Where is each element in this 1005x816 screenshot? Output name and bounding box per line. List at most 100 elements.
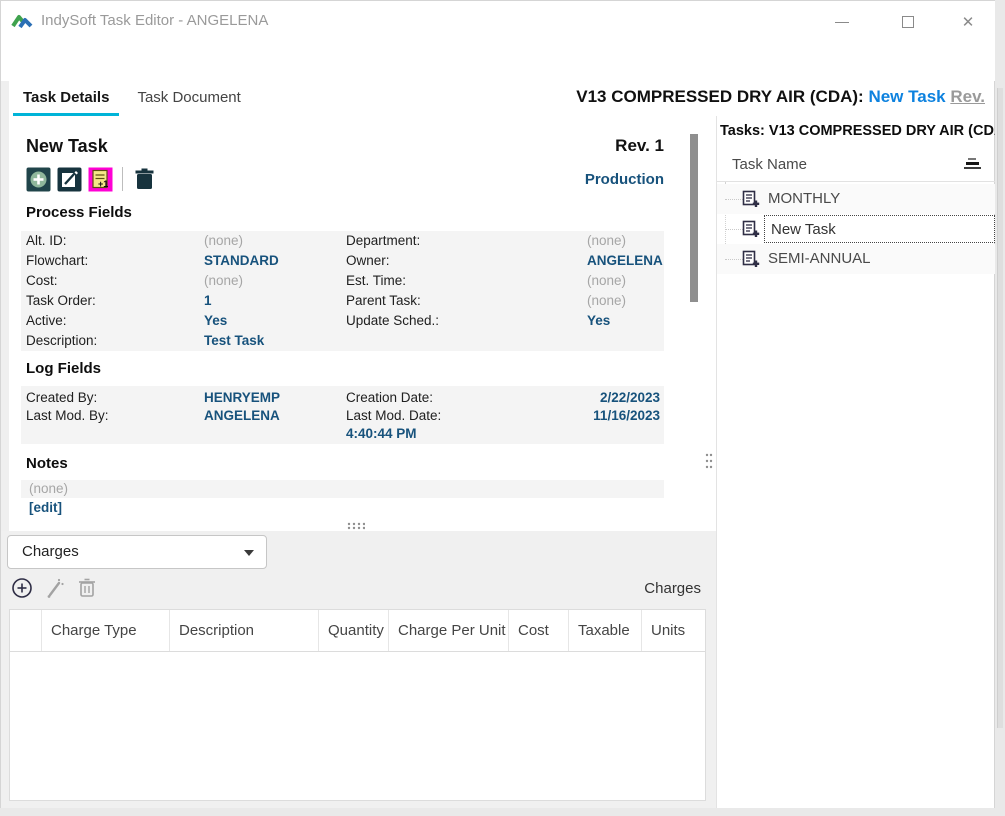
log-field-row: Created By: HENRYEMP Creation Date: 2/22… [21, 388, 664, 408]
vertical-scrollbar[interactable] [690, 134, 698, 302]
field-value: 1 [204, 291, 212, 311]
field-label: Creation Date: [346, 388, 433, 408]
delete-charge-icon[interactable] [77, 577, 97, 599]
svg-text:+1: +1 [98, 179, 108, 189]
copy-task-icon[interactable]: +1 [88, 167, 113, 192]
field-value: (none) [587, 291, 626, 311]
horizontal-splitter-grip[interactable] [347, 522, 365, 530]
field-label: Alt. ID: [26, 231, 67, 251]
field-value: 11/16/2023 [593, 406, 660, 426]
task-list-item-new-task[interactable] [717, 214, 995, 244]
background-window-sliver [997, 88, 1003, 728]
task-doc-plus-icon [742, 220, 760, 238]
field-label: Flowchart: [26, 251, 88, 271]
column-header-cost[interactable]: Cost [509, 610, 569, 651]
icon-separator [122, 167, 123, 191]
field-label: Department: [346, 231, 420, 251]
chevron-down-icon [244, 550, 254, 556]
charges-dropdown-value: Charges [22, 543, 79, 560]
field-label: Created By: [26, 388, 97, 408]
field-value: Yes [587, 311, 610, 331]
close-button[interactable]: ✕ [953, 9, 983, 35]
task-name-header-label: Task Name [732, 156, 807, 173]
column-header-description[interactable]: Description [170, 610, 319, 651]
task-detail-panel: New Task Rev. 1 [9, 116, 706, 531]
field-value: 2/22/2023 [600, 388, 660, 408]
tab-task-details[interactable]: Task Details [9, 83, 123, 116]
process-field-row: Description: Test Task [21, 331, 664, 351]
edit-charge-icon[interactable] [44, 577, 66, 599]
process-fields-heading: Process Fields [26, 204, 132, 221]
task-name-edit-box [764, 215, 995, 243]
document-task-name[interactable]: New Task [868, 87, 945, 106]
title-bar: IndySoft Task Editor - ANGELENA ✕ [1, 1, 995, 41]
task-list-item-monthly[interactable]: MONTHLY [717, 184, 995, 214]
task-doc-plus-icon [742, 190, 760, 208]
task-action-toolbar: +1 [26, 166, 157, 192]
tab-task-document[interactable]: Task Document [123, 83, 254, 116]
column-header-units[interactable]: Units [642, 610, 705, 651]
field-label: Task Order: [26, 291, 96, 311]
sort-icon[interactable] [963, 158, 981, 170]
add-task-icon[interactable] [26, 167, 51, 192]
field-label: Update Sched.: [346, 311, 439, 331]
tree-connector [725, 229, 743, 230]
notes-value-row: (none) [21, 480, 664, 498]
vertical-splitter-grip[interactable] [705, 453, 713, 471]
task-status: Production [585, 171, 664, 188]
task-title: New Task [26, 136, 108, 157]
process-field-row: Cost: (none) Est. Time: (none) [21, 271, 664, 291]
process-field-row: Active: Yes Update Sched.: Yes [21, 311, 664, 331]
field-label: Owner: [346, 251, 390, 271]
window-title: IndySoft Task Editor - ANGELENA [41, 1, 268, 41]
process-field-row: Flowchart: STANDARD Owner: ANGELENA [21, 251, 664, 271]
field-label: Est. Time: [346, 271, 406, 291]
field-label: Description: [26, 331, 97, 351]
field-label: Active: [26, 311, 67, 331]
tree-connector [725, 199, 743, 200]
column-header-taxable[interactable]: Taxable [569, 610, 642, 651]
notes-edit-link[interactable]: [edit] [29, 500, 62, 515]
edit-task-icon[interactable] [57, 167, 82, 192]
notes-heading: Notes [26, 455, 68, 472]
task-list-item-semi-annual[interactable]: SEMI-ANNUAL [717, 244, 995, 274]
task-name-column-header[interactable]: Task Name [717, 148, 995, 182]
revision-link[interactable]: Rev. [950, 87, 985, 106]
document-context-label: V13 COMPRESSED DRY AIR (CDA): [576, 87, 863, 106]
task-doc-plus-icon [742, 250, 760, 268]
field-value: HENRYEMP [204, 388, 280, 408]
field-value: Yes [204, 311, 227, 331]
minimize-button[interactable] [827, 9, 857, 35]
charges-toolbar [11, 577, 97, 599]
column-header-quantity[interactable]: Quantity [319, 610, 389, 651]
bottom-background-strip [0, 808, 1005, 816]
last-modified-time: 4:40:44 PM [346, 426, 417, 441]
app-screen: IndySoft Task Editor - ANGELENA ✕ [0, 0, 1005, 816]
tree-connector [725, 259, 743, 260]
log-fields-block: Created By: HENRYEMP Creation Date: 2/22… [21, 386, 664, 444]
field-value: ANGELENA [587, 251, 663, 271]
minimize-icon [835, 22, 849, 23]
charges-dropdown[interactable]: Charges [7, 535, 267, 569]
field-value: STANDARD [204, 251, 279, 271]
document-header: V13 COMPRESSED DRY AIR (CDA): New Task R… [576, 87, 985, 107]
task-name-input[interactable] [771, 217, 986, 241]
maximize-icon [902, 16, 914, 28]
column-header-charge-per-unit[interactable]: Charge Per Unit [389, 610, 509, 651]
tasks-panel-title: Tasks: V13 COMPRESSED DRY AIR (CDA) [720, 123, 1005, 139]
maximize-button[interactable] [893, 9, 923, 35]
task-item-label: SEMI-ANNUAL [768, 250, 871, 267]
notes-value: (none) [29, 481, 68, 496]
field-value: ANGELENA [204, 406, 280, 426]
delete-task-icon[interactable] [132, 167, 157, 192]
field-label: Cost: [26, 271, 58, 291]
add-charge-icon[interactable] [11, 577, 33, 599]
tasks-panel: Tasks: V13 COMPRESSED DRY AIR (CDA) Task… [716, 116, 994, 808]
close-icon: ✕ [962, 15, 975, 30]
column-header-charge-type[interactable]: Charge Type [42, 610, 170, 651]
tab-bar: Task Details Task Document [9, 83, 255, 116]
field-value: (none) [587, 231, 626, 251]
log-fields-heading: Log Fields [26, 360, 101, 377]
log-field-row: Last Mod. By: ANGELENA Last Mod. Date: 1… [21, 406, 664, 426]
column-header-indicator[interactable] [10, 610, 42, 651]
